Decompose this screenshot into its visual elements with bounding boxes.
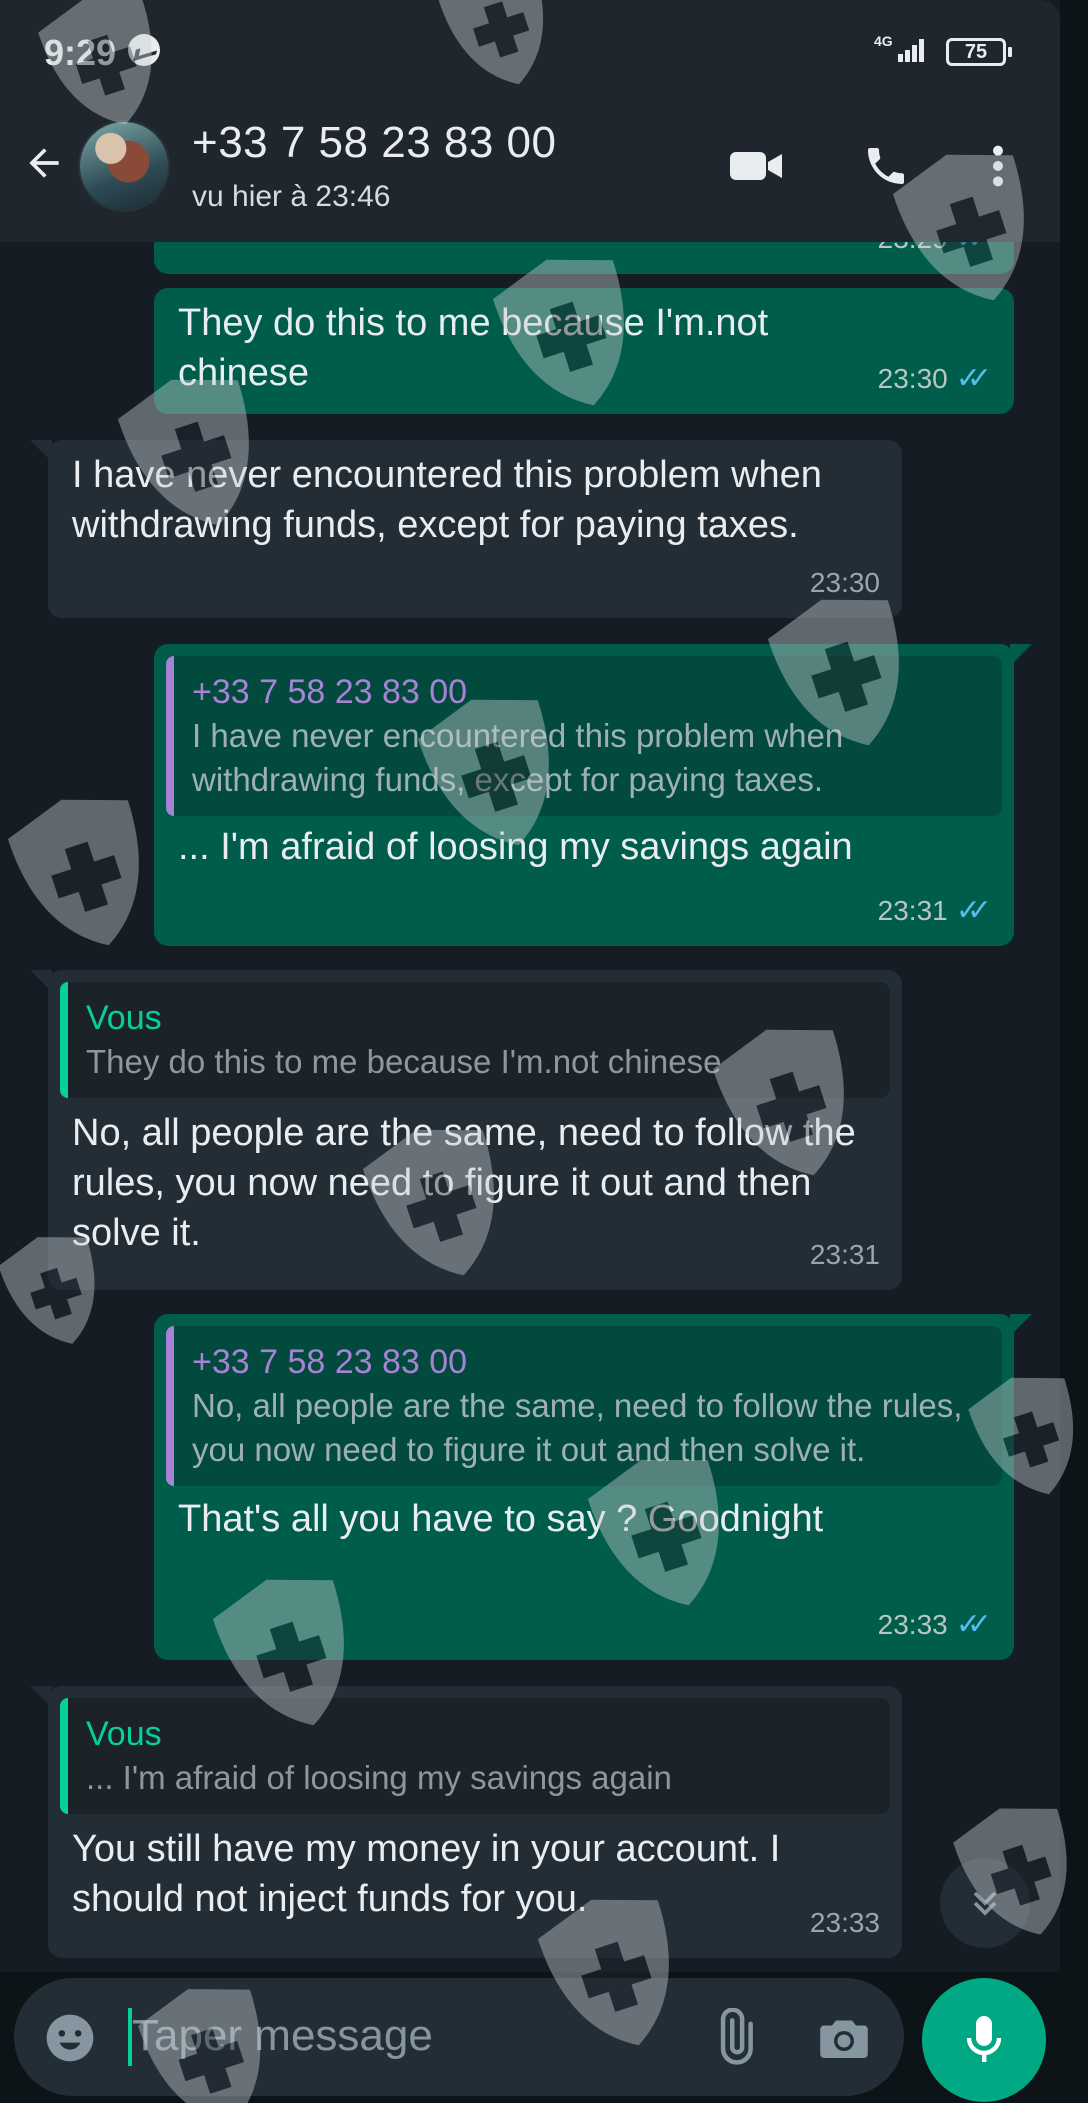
message-meta: 23:33 ✓✓ bbox=[878, 1600, 992, 1650]
message-time: 23:33 bbox=[877, 1609, 948, 1640]
attach-button[interactable] bbox=[704, 2007, 764, 2068]
messenger-notification-icon bbox=[128, 34, 160, 66]
voice-message-button[interactable] bbox=[922, 1978, 1046, 2102]
quote-text: No, all people are the same, need to fol… bbox=[192, 1387, 963, 1468]
emoji-icon bbox=[46, 2014, 94, 2062]
message-time: 23:29 bbox=[878, 242, 948, 264]
quote-author: +33 7 58 23 83 00 bbox=[192, 673, 468, 711]
message-list[interactable]: it's late 23:29 ✓✓ They do this to me be… bbox=[0, 242, 1060, 1972]
menu-button[interactable] bbox=[976, 140, 1020, 192]
quoted-message[interactable]: +33 7 58 23 83 00 I have never encounter… bbox=[166, 656, 1002, 816]
arrow-left-icon bbox=[29, 148, 59, 178]
double-chevron-down-icon bbox=[973, 1891, 997, 1916]
chat-header: +33 7 58 23 83 00 vu hier à 23:46 bbox=[0, 92, 1060, 242]
composer-bar bbox=[0, 1972, 1088, 2103]
read-ticks-icon: ✓✓ bbox=[955, 362, 992, 395]
status-time: 9:29 bbox=[44, 32, 117, 73]
video-call-button[interactable] bbox=[726, 140, 786, 192]
message-input[interactable] bbox=[132, 2006, 672, 2066]
contact-avatar[interactable] bbox=[78, 120, 170, 212]
message-outgoing[interactable]: They do this to me because I'm.not chine… bbox=[154, 288, 1014, 414]
quote-author: +33 7 58 23 83 00 bbox=[192, 1343, 468, 1381]
message-outgoing-reply[interactable]: +33 7 58 23 83 00 I have never encounter… bbox=[154, 644, 1032, 946]
signal-icon bbox=[898, 38, 928, 62]
message-time: 23:30 bbox=[877, 363, 948, 394]
quote-author: Vous bbox=[86, 1715, 162, 1753]
quoted-message[interactable]: Vous They do this to me because I'm.not … bbox=[60, 982, 890, 1098]
quote-text: They do this to me because I'm.not chine… bbox=[86, 1043, 722, 1080]
quoted-message[interactable]: Vous ... I'm afraid of loosing my saving… bbox=[60, 1698, 890, 1814]
message-time: 23:33 bbox=[809, 1907, 880, 1938]
message-incoming[interactable]: I have never encountered this problem wh… bbox=[30, 440, 902, 618]
message-text: ... I'm afraid of loosing my savings aga… bbox=[178, 826, 853, 868]
last-seen-status: vu hier à 23:46 bbox=[192, 180, 391, 213]
message-text: That's all you have to say ? Goodnight bbox=[178, 1498, 824, 1540]
message-text: No, all people are the same, need to fol… bbox=[72, 1112, 856, 1254]
message-incoming-reply[interactable]: Vous They do this to me because I'm.not … bbox=[30, 970, 902, 1290]
quoted-message[interactable]: +33 7 58 23 83 00 No, all people are the… bbox=[166, 1326, 1002, 1486]
message-meta: 23:30 bbox=[810, 558, 880, 608]
chat-screen: 9:29 4G 75 +33 7 58 23 83 00 vu hier à 2… bbox=[0, 0, 1088, 2103]
message-time: 23:31 bbox=[877, 895, 948, 926]
scroll-to-bottom-button[interactable] bbox=[940, 1858, 1030, 1948]
video-camera-icon bbox=[730, 152, 782, 180]
message-meta: 23:29 ✓✓ bbox=[878, 242, 992, 264]
read-ticks-icon: ✓✓ bbox=[956, 242, 992, 264]
message-input-container[interactable] bbox=[14, 1978, 904, 2096]
read-ticks-icon: ✓✓ bbox=[955, 1608, 992, 1641]
quote-text: ... I'm afraid of loosing my savings aga… bbox=[86, 1759, 672, 1796]
back-button[interactable] bbox=[18, 137, 70, 189]
message-time: 23:30 bbox=[809, 567, 880, 598]
message-incoming-reply[interactable]: Vous ... I'm afraid of loosing my saving… bbox=[30, 1686, 902, 1958]
phone-icon bbox=[868, 148, 904, 184]
message-outgoing[interactable]: it's late 23:29 ✓✓ bbox=[154, 242, 1014, 274]
read-ticks-icon: ✓✓ bbox=[955, 894, 992, 927]
message-outgoing-reply[interactable]: +33 7 58 23 83 00 No, all people are the… bbox=[154, 1314, 1032, 1660]
message-meta: 23:31 ✓✓ bbox=[878, 886, 992, 936]
battery-icon: 75 bbox=[946, 38, 1012, 66]
more-vertical-icon bbox=[993, 145, 1003, 187]
status-bar: 9:29 4G 75 bbox=[0, 0, 1060, 92]
message-meta: 23:33 bbox=[810, 1898, 880, 1948]
microphone-icon bbox=[966, 2016, 1002, 2062]
camera-icon bbox=[820, 2020, 868, 2058]
message-text: You still have my money in your account.… bbox=[72, 1828, 781, 1920]
camera-button[interactable] bbox=[814, 2008, 874, 2068]
quote-text: I have never encountered this problem wh… bbox=[192, 717, 844, 798]
emoji-button[interactable] bbox=[42, 2010, 98, 2066]
quote-author: Vous bbox=[86, 999, 162, 1037]
paperclip-icon bbox=[720, 2007, 753, 2065]
message-text: I have never encountered this problem wh… bbox=[72, 454, 822, 546]
screen-edge bbox=[1060, 0, 1088, 2103]
voice-call-button[interactable] bbox=[858, 140, 914, 192]
contact-name[interactable]: +33 7 58 23 83 00 bbox=[192, 118, 557, 168]
message-time: 23:31 bbox=[809, 1239, 880, 1270]
message-meta: 23:31 bbox=[810, 1230, 880, 1280]
network-type: 4G bbox=[874, 33, 893, 49]
message-meta: 23:30 ✓✓ bbox=[878, 354, 992, 404]
